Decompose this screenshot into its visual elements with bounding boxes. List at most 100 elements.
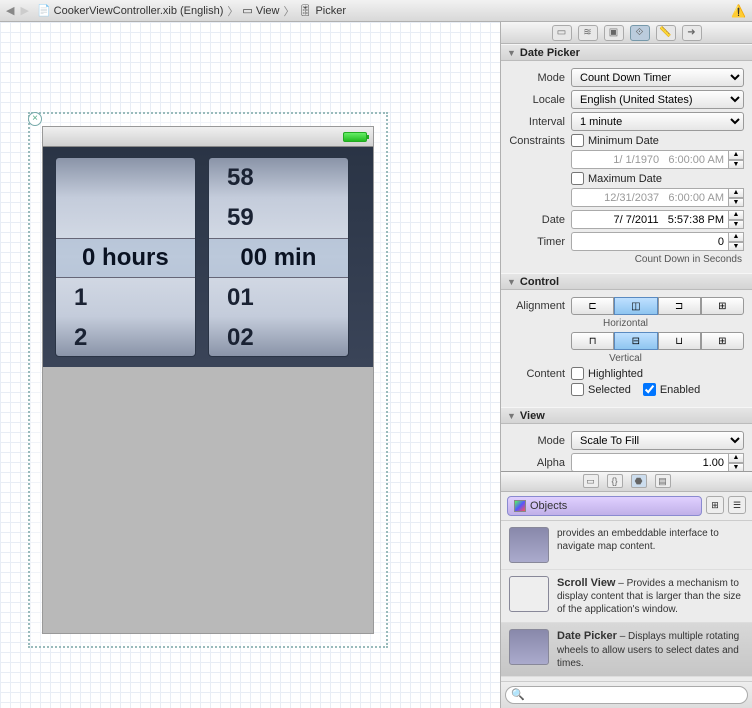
view-mode-select[interactable]: Scale To Fill <box>571 431 744 450</box>
device-frame[interactable]: × 0 hours 1 2 58 59 00 min <box>28 112 388 648</box>
stepper-down[interactable]: ▼ <box>728 198 744 208</box>
stepper-up[interactable]: ▲ <box>728 188 744 198</box>
max-date-field[interactable] <box>571 188 728 207</box>
stepper-down[interactable]: ▼ <box>728 160 744 170</box>
highlighted-label: Highlighted <box>588 368 643 380</box>
device-view[interactable]: 0 hours 1 2 58 59 00 min 01 02 <box>42 126 374 634</box>
mode-select[interactable]: Count Down Timer <box>571 68 744 87</box>
warning-icon[interactable]: ⚠️ <box>731 4 746 18</box>
section-date-picker[interactable]: ▼ Date Picker <box>501 44 752 61</box>
swatch-icon <box>514 500 526 512</box>
item-desc: provides an embeddable interface to navi… <box>557 528 719 552</box>
mapview-icon <box>509 527 549 563</box>
picker-column-hours[interactable]: 0 hours 1 2 <box>55 157 196 357</box>
list-item-selected[interactable]: Date Picker – Displays multiple rotating… <box>501 623 752 676</box>
close-icon[interactable]: × <box>28 112 42 126</box>
timer-field[interactable] <box>571 232 728 251</box>
breadcrumb-view[interactable]: View <box>256 5 280 17</box>
align-top-button[interactable]: ⊓ <box>571 332 614 350</box>
lib-tab-file-icon[interactable]: ▭ <box>583 474 599 488</box>
align-fill-h-button[interactable]: ⊞ <box>701 297 744 315</box>
picker-column-minutes[interactable]: 58 59 00 min 01 02 <box>208 157 349 357</box>
alpha-label: Alpha <box>509 457 571 469</box>
align-center-h-button[interactable]: ◫ <box>614 297 657 315</box>
stepper-up[interactable]: ▲ <box>728 232 744 242</box>
disclosure-triangle-icon[interactable]: ▼ <box>507 277 516 287</box>
align-center-v-button[interactable]: ⊟ <box>614 332 657 350</box>
align-right-button[interactable]: ⊐ <box>658 297 701 315</box>
file-icon: 📄 <box>37 4 51 17</box>
align-left-button[interactable]: ⊏ <box>571 297 614 315</box>
date-field[interactable] <box>571 210 728 229</box>
stepper-up[interactable]: ▲ <box>728 210 744 220</box>
library-search: 🔍 <box>501 681 752 708</box>
max-date-label: Maximum Date <box>588 173 662 185</box>
align-bottom-button[interactable]: ⊔ <box>658 332 701 350</box>
stepper-down[interactable]: ▼ <box>728 463 744 472</box>
stepper-down[interactable]: ▼ <box>728 220 744 230</box>
date-label: Date <box>509 214 571 226</box>
content-label: Content <box>509 368 571 380</box>
tab-attributes-icon[interactable]: ⟐ <box>630 25 650 41</box>
alignment-label: Alignment <box>509 300 571 312</box>
picker-row: 1 <box>56 278 195 318</box>
align-fill-v-button[interactable]: ⊞ <box>701 332 744 350</box>
tab-connections-icon[interactable]: ➜ <box>682 25 702 41</box>
search-icon: 🔍 <box>511 688 525 701</box>
tab-help-icon[interactable]: ≋ <box>578 25 598 41</box>
tab-size-icon[interactable]: 📏 <box>656 25 676 41</box>
list-item[interactable]: Scroll View – Provides a mechanism to di… <box>501 570 752 623</box>
enabled-label: Enabled <box>660 384 700 396</box>
lib-tab-code-icon[interactable]: {} <box>607 474 623 488</box>
tab-file-icon[interactable]: ▭ <box>552 25 572 41</box>
min-date-field[interactable] <box>571 150 728 169</box>
disclosure-triangle-icon[interactable]: ▼ <box>507 411 516 421</box>
enabled-checkbox[interactable] <box>643 383 656 396</box>
scrollview-icon <box>509 576 549 612</box>
picker-row <box>56 158 195 198</box>
lib-tab-object-icon[interactable]: ⬣ <box>631 474 647 488</box>
stepper-up[interactable]: ▲ <box>728 150 744 160</box>
highlighted-checkbox[interactable] <box>571 367 584 380</box>
forward-arrow-icon[interactable]: ▶ <box>20 4 28 17</box>
canvas[interactable]: × 0 hours 1 2 58 59 00 min <box>0 22 500 708</box>
min-date-checkbox[interactable] <box>571 134 584 147</box>
picker-row-selected: 0 hours <box>56 238 195 278</box>
min-date-label: Minimum Date <box>588 135 659 147</box>
list-item[interactable]: provides an embeddable interface to navi… <box>501 521 752 570</box>
inspector-panel: ▭ ≋ ▣ ⟐ 📏 ➜ ▼ Date Picker Mode Count Dow… <box>500 22 752 708</box>
picker-row: 02 <box>209 318 348 357</box>
align-vertical-seg[interactable]: ⊓ ⊟ ⊔ ⊞ <box>571 332 744 350</box>
list-view-icon[interactable]: ☰ <box>728 496 746 514</box>
section-control[interactable]: ▼ Control <box>501 273 752 290</box>
max-date-checkbox[interactable] <box>571 172 584 185</box>
grid-view-icon[interactable]: ⊞ <box>706 496 724 514</box>
picker-icon: 🎚 <box>298 4 312 17</box>
section-title: View <box>520 410 545 422</box>
alpha-field[interactable] <box>571 453 728 471</box>
picker-row: 01 <box>209 278 348 318</box>
interval-label: Interval <box>509 116 571 128</box>
breadcrumb-file[interactable]: CookerViewController.xib (English) <box>54 5 224 17</box>
section-title: Control <box>520 276 559 288</box>
date-picker-control[interactable]: 0 hours 1 2 58 59 00 min 01 02 <box>43 147 373 367</box>
library-list[interactable]: provides an embeddable interface to navi… <box>501 521 752 681</box>
section-view[interactable]: ▼ View <box>501 407 752 424</box>
align-horizontal-seg[interactable]: ⊏ ◫ ⊐ ⊞ <box>571 297 744 315</box>
mode-label: Mode <box>509 72 571 84</box>
stepper-down[interactable]: ▼ <box>728 242 744 252</box>
stepper-up[interactable]: ▲ <box>728 453 744 463</box>
breadcrumb-picker[interactable]: Picker <box>315 5 346 17</box>
back-arrow-icon[interactable]: ◀ <box>6 4 14 17</box>
objects-dropdown[interactable]: Objects <box>507 496 702 516</box>
interval-select[interactable]: 1 minute <box>571 112 744 131</box>
selected-checkbox[interactable] <box>571 383 584 396</box>
search-input[interactable] <box>505 686 748 704</box>
horizontal-label: Horizontal <box>509 318 744 329</box>
chevron-right-icon: 〉 <box>283 3 294 19</box>
tab-identity-icon[interactable]: ▣ <box>604 25 624 41</box>
lib-tab-media-icon[interactable]: ▤ <box>655 474 671 488</box>
disclosure-triangle-icon[interactable]: ▼ <box>507 48 516 58</box>
locale-select[interactable]: English (United States) <box>571 90 744 109</box>
timer-label: Timer <box>509 236 571 248</box>
